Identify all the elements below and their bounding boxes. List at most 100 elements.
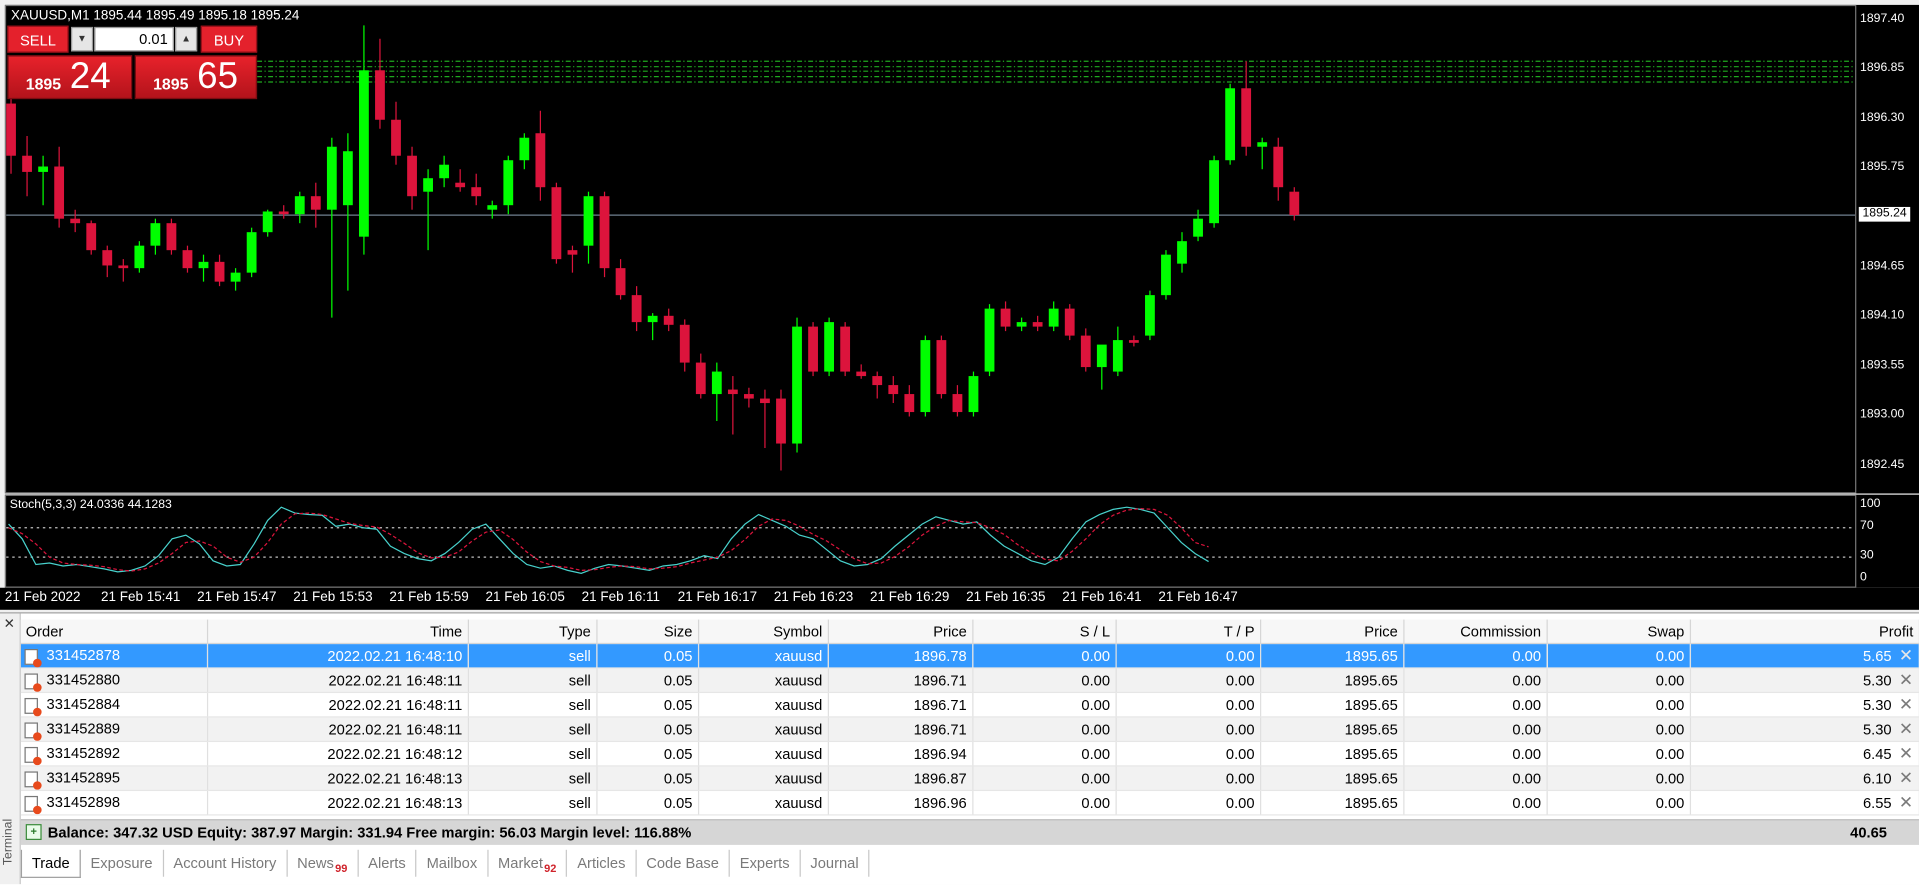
bid-price-box[interactable]: 1895 24: [7, 55, 133, 100]
order-row[interactable]: 331452889 2022.02.21 16:48:11 sell 0.05 xauu…: [20, 716, 1919, 743]
stochastic-signal-line: [8, 508, 1209, 572]
expand-icon[interactable]: +: [25, 824, 42, 841]
cell-size: 0.05: [596, 643, 699, 669]
lot-increase-button[interactable]: ▲: [175, 26, 198, 52]
time-axis-label: 21 Feb 16:41: [1062, 590, 1142, 605]
price-axis-label: 1894.10: [1860, 309, 1905, 323]
candle-body: [230, 272, 241, 282]
column-header[interactable]: Profit: [1689, 619, 1919, 645]
cell-size: 0.05: [596, 790, 699, 816]
ask-price-box[interactable]: 1895 65: [134, 55, 258, 100]
column-header[interactable]: Order: [20, 619, 208, 645]
candle-body: [503, 160, 514, 206]
close-order-icon[interactable]: ✕: [1899, 719, 1913, 739]
column-header[interactable]: Symbol: [697, 619, 829, 645]
order-row[interactable]: 331452892 2022.02.21 16:48:12 sell 0.05 xauu…: [20, 741, 1919, 767]
candle-body: [1016, 322, 1027, 327]
time-axis-label: 21 Feb 16:17: [677, 590, 758, 605]
cell-price: 1896.87: [827, 765, 973, 792]
close-order-icon[interactable]: ✕: [1899, 743, 1913, 763]
tab-experts[interactable]: Experts: [730, 849, 801, 877]
close-icon[interactable]: ✕: [4, 616, 15, 632]
cell-profit: 6.45 ✕: [1689, 741, 1919, 767]
tab-market[interactable]: Market92: [488, 849, 568, 877]
tab-alerts[interactable]: Alerts: [358, 849, 417, 877]
candle-body: [1145, 295, 1155, 336]
tab-articles[interactable]: Articles: [567, 849, 637, 877]
order-row[interactable]: 331452895 2022.02.21 16:48:13 sell 0.05 xauu…: [20, 765, 1919, 792]
price-chart[interactable]: XAUUSD,M1 1895.44 1895.49 1895.18 1895.2…: [4, 4, 1857, 494]
candle-body: [792, 326, 802, 444]
tab-trade[interactable]: Trade: [20, 849, 81, 878]
candle-body: [150, 223, 161, 246]
candle-body: [856, 371, 867, 377]
candle-body: [647, 315, 658, 323]
stochastic-window[interactable]: Stoch(5,3,3) 24.0336 44.1283: [4, 494, 1857, 588]
close-order-icon[interactable]: ✕: [1899, 694, 1913, 714]
terminal-label: Terminal: [1, 818, 16, 866]
column-header[interactable]: Size: [596, 619, 699, 645]
tab-code-base[interactable]: Code Base: [636, 849, 730, 877]
tab-news[interactable]: News99: [287, 849, 359, 877]
column-header[interactable]: Commission: [1403, 619, 1548, 645]
cell-commission: 0.00: [1403, 765, 1548, 792]
candle-body: [310, 196, 321, 210]
candle-body: [38, 166, 49, 172]
candle-body: [840, 326, 851, 372]
column-header[interactable]: S / L: [972, 619, 1117, 645]
buy-button[interactable]: BUY: [200, 25, 258, 53]
terminal-sidebar: ✕ Terminal: [0, 613, 21, 885]
candle-body: [679, 324, 690, 363]
cell-sl: 0.00: [972, 716, 1117, 743]
order-id-cell: 331452880: [20, 667, 208, 694]
stochastic-axis-label: 30: [1860, 548, 1874, 563]
order-id-cell: 331452878: [20, 643, 208, 669]
stochastic-title: Stoch(5,3,3) 24.0336 44.1283: [9, 498, 172, 512]
candle-body: [551, 187, 562, 260]
order-row[interactable]: 331452878 2022.02.21 16:48:10 sell 0.05 xauu…: [20, 643, 1919, 669]
column-header[interactable]: Type: [467, 619, 597, 645]
order-row[interactable]: 331452898 2022.02.21 16:48:13 sell 0.05 xauu…: [20, 790, 1919, 816]
column-header[interactable]: Price: [1260, 619, 1404, 645]
column-header[interactable]: T / P: [1115, 619, 1261, 645]
column-header[interactable]: Price: [827, 619, 973, 645]
sell-order-icon: [24, 648, 42, 667]
order-row[interactable]: 331452884 2022.02.21 16:48:11 sell 0.05 xauu…: [20, 692, 1919, 718]
cell-type: sell: [467, 667, 597, 694]
column-header[interactable]: Swap: [1546, 619, 1691, 645]
price-axis-label: 1896.30: [1860, 111, 1905, 125]
candle-body: [359, 70, 369, 237]
time-axis-label: 21 Feb 2022: [4, 590, 81, 605]
close-order-icon[interactable]: ✕: [1899, 768, 1913, 788]
candle-body: [1080, 335, 1091, 368]
candle-body: [6, 103, 16, 156]
close-order-icon[interactable]: ✕: [1899, 792, 1913, 812]
cell-cur_price: 1895.65: [1260, 765, 1404, 792]
tab-exposure[interactable]: Exposure: [81, 849, 164, 877]
cell-sl: 0.00: [972, 692, 1117, 718]
order-id: 331452878: [46, 646, 121, 665]
tab-journal[interactable]: Journal: [801, 849, 870, 877]
tab-mailbox[interactable]: Mailbox: [417, 849, 489, 877]
candle-body: [1064, 308, 1075, 336]
lot-decrease-button[interactable]: ▼: [71, 26, 94, 52]
cell-cur_price: 1895.65: [1260, 667, 1404, 694]
candle-body: [1289, 191, 1300, 216]
sell-button[interactable]: SELL: [7, 25, 69, 53]
column-header[interactable]: Time: [206, 619, 469, 645]
candle-body: [391, 119, 401, 156]
cell-time: 2022.02.21 16:48:11: [206, 692, 469, 718]
cell-swap: 0.00: [1546, 692, 1691, 718]
tab-account-history[interactable]: Account History: [164, 849, 288, 877]
candle-body: [487, 205, 498, 210]
cell-type: sell: [467, 643, 597, 669]
price-axis-label: 1892.45: [1860, 457, 1905, 471]
profit-value: 6.55: [1862, 794, 1892, 812]
candle-body: [455, 182, 466, 188]
profit-value: 5.30: [1862, 721, 1892, 739]
lot-size-input[interactable]: 0.01: [94, 26, 174, 52]
close-order-icon[interactable]: ✕: [1899, 645, 1913, 665]
order-row[interactable]: 331452880 2022.02.21 16:48:11 sell 0.05 xauu…: [20, 667, 1919, 694]
close-order-icon[interactable]: ✕: [1899, 670, 1913, 690]
order-id: 331452895: [46, 769, 121, 787]
